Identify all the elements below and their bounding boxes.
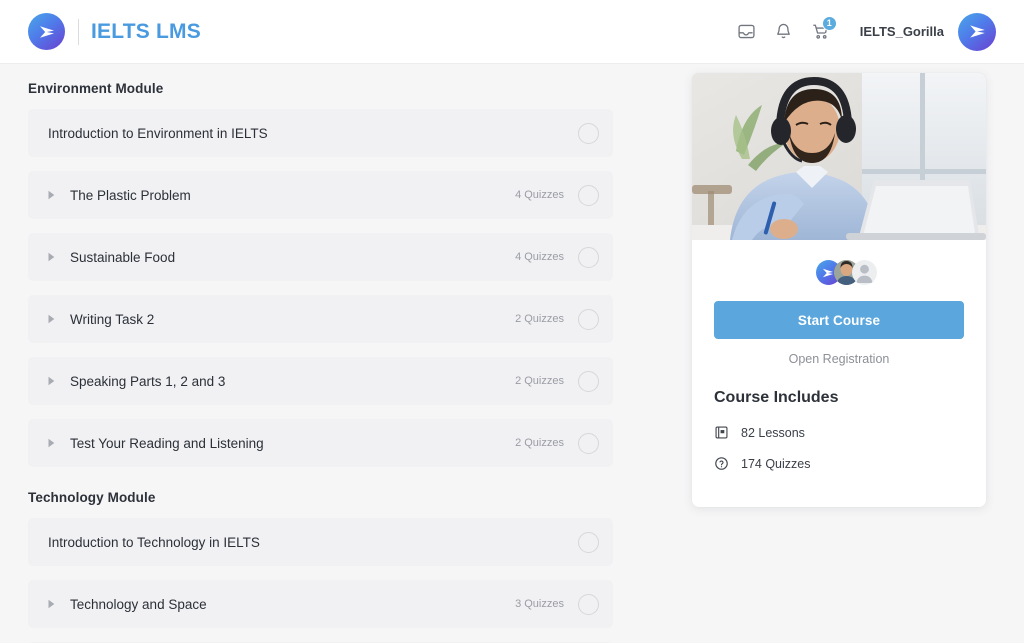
quiz-count: 4 Quizzes — [515, 189, 564, 201]
lesson-label: Test Your Reading and Listening — [70, 436, 515, 451]
inbox-icon[interactable] — [730, 15, 764, 49]
course-includes-title: Course Includes — [714, 389, 964, 407]
brand-name: IELTS LMS — [91, 20, 201, 44]
quizzes-count: 174 Quizzes — [741, 457, 810, 471]
curriculum-column: Environment Module Introduction to Envir… — [0, 64, 672, 643]
avatar-placeholder-user[interactable] — [852, 260, 877, 285]
course-card-body: Start Course Open Registration Course In… — [692, 240, 986, 507]
status-badge[interactable] — [578, 371, 599, 392]
list-item[interactable]: Introduction to Technology in IELTS — [28, 518, 613, 566]
enrolled-avatars — [714, 260, 964, 285]
chevron-right-icon[interactable] — [42, 314, 60, 324]
quiz-count: 2 Quizzes — [515, 375, 564, 387]
brand-area[interactable]: IELTS LMS — [28, 13, 201, 50]
header-actions: 1 IELTS_Gorilla — [727, 13, 996, 51]
ielts-lms-logo-icon[interactable] — [28, 13, 65, 50]
status-badge[interactable] — [578, 433, 599, 454]
chevron-right-icon[interactable] — [42, 376, 60, 386]
chevron-right-icon[interactable] — [42, 252, 60, 262]
course-card: Start Course Open Registration Course In… — [692, 73, 986, 507]
course-sidebar: Start Course Open Registration Course In… — [672, 64, 1024, 507]
avatar[interactable] — [958, 13, 996, 51]
lesson-label: Introduction to Environment in IELTS — [48, 126, 564, 141]
lesson-label: Introduction to Technology in IELTS — [48, 535, 564, 550]
page-content: Environment Module Introduction to Envir… — [0, 64, 1024, 643]
list-item[interactable]: Sustainable Food 4 Quizzes — [28, 233, 613, 281]
status-badge[interactable] — [578, 185, 599, 206]
list-item[interactable]: Introduction to Environment in IELTS — [28, 109, 613, 157]
list-item[interactable]: Test Your Reading and Listening 2 Quizze… — [28, 419, 613, 467]
quiz-count: 3 Quizzes — [515, 598, 564, 610]
cart-badge: 1 — [822, 16, 837, 31]
status-badge[interactable] — [578, 123, 599, 144]
bell-icon[interactable] — [767, 15, 801, 49]
course-includes-lessons: 82 Lessons — [714, 417, 964, 448]
lesson-label: Sustainable Food — [70, 250, 515, 265]
cart-icon[interactable]: 1 — [804, 15, 838, 49]
lesson-label: The Plastic Problem — [70, 188, 515, 203]
username-label[interactable]: IELTS_Gorilla — [860, 24, 944, 39]
chevron-right-icon[interactable] — [42, 438, 60, 448]
brand-divider — [78, 19, 79, 45]
course-includes-quizzes: 174 Quizzes — [714, 448, 964, 479]
registration-status: Open Registration — [714, 352, 964, 366]
lesson-label: Technology and Space — [70, 597, 515, 612]
lesson-label: Speaking Parts 1, 2 and 3 — [70, 374, 515, 389]
quiz-count: 2 Quizzes — [515, 313, 564, 325]
status-badge[interactable] — [578, 594, 599, 615]
status-badge[interactable] — [578, 532, 599, 553]
book-icon — [714, 425, 736, 440]
list-item[interactable]: Writing Task 2 2 Quizzes — [28, 295, 613, 343]
top-header-bar: IELTS LMS 1 IELTS_Gorilla — [0, 0, 1024, 64]
module-title: Technology Module — [28, 490, 644, 505]
status-badge[interactable] — [578, 309, 599, 330]
course-hero-image — [692, 73, 986, 240]
list-item[interactable]: The Plastic Problem 4 Quizzes — [28, 171, 613, 219]
chevron-right-icon[interactable] — [42, 190, 60, 200]
quiz-count: 4 Quizzes — [515, 251, 564, 263]
list-item[interactable]: Speaking Parts 1, 2 and 3 2 Quizzes — [28, 357, 613, 405]
chevron-right-icon[interactable] — [42, 599, 60, 609]
quiz-count: 2 Quizzes — [515, 437, 564, 449]
module-title: Environment Module — [28, 81, 644, 96]
lesson-label: Writing Task 2 — [70, 312, 515, 327]
start-course-button[interactable]: Start Course — [714, 301, 964, 339]
question-circle-icon — [714, 456, 736, 471]
status-badge[interactable] — [578, 247, 599, 268]
list-item[interactable]: Technology and Space 3 Quizzes — [28, 580, 613, 628]
lessons-count: 82 Lessons — [741, 426, 805, 440]
